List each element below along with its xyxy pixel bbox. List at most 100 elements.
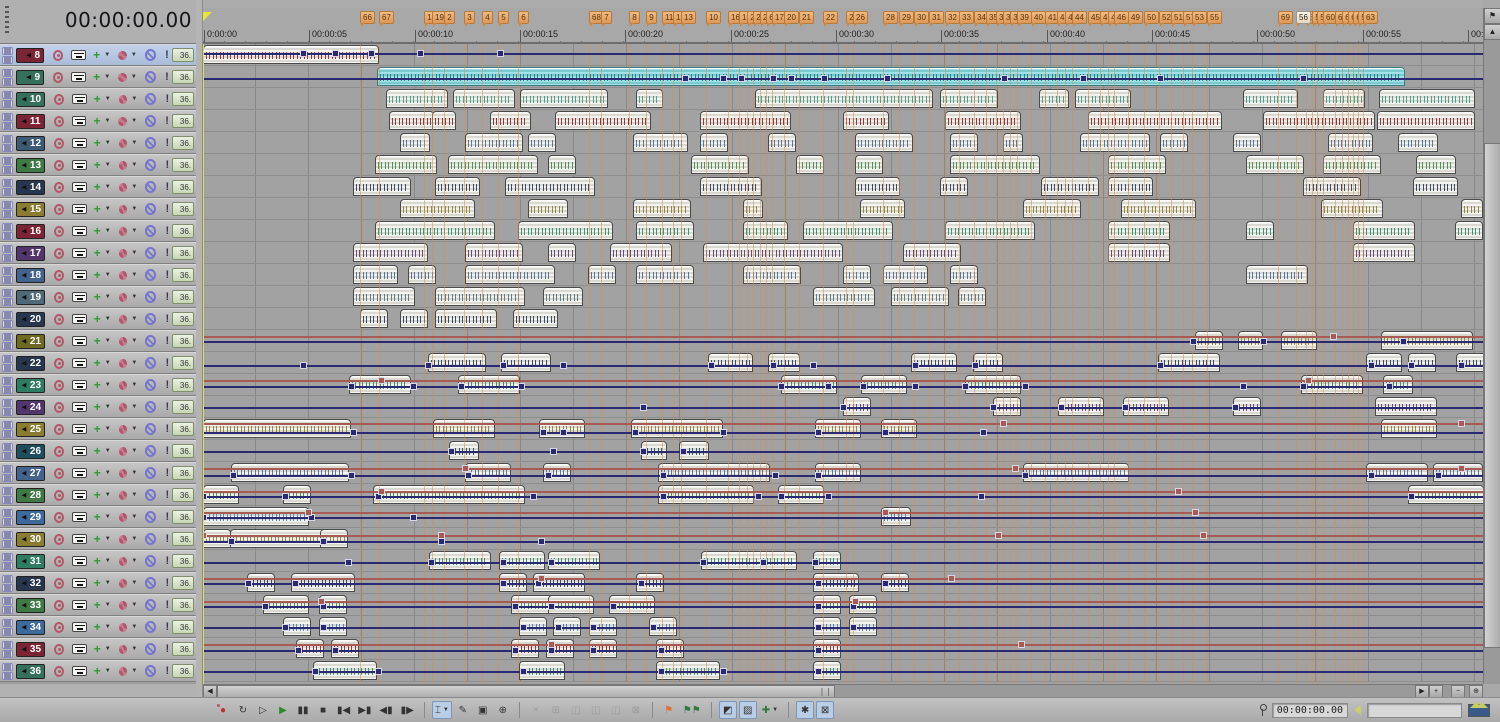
chevron-down-icon[interactable]: ▼: [131, 536, 137, 542]
record-arm-button[interactable]: [53, 71, 64, 83]
chevron-down-icon[interactable]: ▼: [131, 470, 137, 476]
solo-button[interactable]: !: [165, 247, 169, 259]
insert-fx-button[interactable]: +: [94, 511, 101, 523]
envelope-node[interactable]: [658, 668, 665, 675]
marker-tag[interactable]: 49: [1128, 11, 1143, 27]
envelope-node[interactable]: [640, 448, 647, 455]
envelope-node[interactable]: [1386, 383, 1393, 390]
envelope-node[interactable]: [1232, 404, 1239, 411]
envelope-node[interactable]: [1435, 472, 1442, 479]
track-level-value[interactable]: 36.: [172, 312, 194, 326]
envelope-node[interactable]: [332, 50, 339, 57]
solo-button[interactable]: !: [165, 357, 169, 369]
track-envelope-icon[interactable]: [71, 50, 87, 60]
track-lane[interactable]: [203, 220, 1483, 242]
marker-tag[interactable]: 13: [681, 11, 696, 27]
envelope-node[interactable]: [882, 580, 889, 587]
envelope-node[interactable]: [518, 383, 525, 390]
envelope-node[interactable]: [500, 580, 507, 587]
envelope-line[interactable]: [203, 451, 1483, 453]
audio-clip[interactable]: [555, 111, 651, 130]
track-fx-button[interactable]: [118, 50, 127, 60]
envelope-node[interactable]: [1368, 362, 1375, 369]
record-arm-button[interactable]: [54, 467, 65, 479]
chevron-down-icon[interactable]: ▼: [105, 250, 111, 256]
audio-clip[interactable]: [691, 155, 749, 174]
track-size-buttons[interactable]: [2, 662, 13, 680]
solo-button[interactable]: !: [165, 137, 169, 149]
chevron-down-icon[interactable]: ▼: [104, 74, 110, 80]
copy-event-button[interactable]: ◫: [587, 701, 605, 719]
track-size-buttons[interactable]: [2, 310, 13, 328]
track-number-badge[interactable]: ◄ 15: [16, 201, 46, 217]
audio-clip[interactable]: [353, 287, 415, 306]
track-header-row[interactable]: ◄ 20 + ▼ ▼ ! 36.: [0, 308, 196, 330]
envelope-node[interactable]: [1122, 404, 1129, 411]
audio-clip[interactable]: [520, 89, 608, 108]
track-envelope-icon[interactable]: [72, 424, 87, 434]
track-fx-button[interactable]: [118, 380, 128, 390]
track-fx-button[interactable]: [118, 644, 128, 654]
record-arm-button[interactable]: [54, 313, 65, 325]
track-number-badge[interactable]: ◄ 23: [16, 377, 46, 393]
insert-fx-button[interactable]: +: [94, 247, 101, 259]
mute-button[interactable]: [145, 181, 157, 193]
envelope-node[interactable]: [520, 624, 527, 631]
solo-button[interactable]: !: [165, 291, 169, 303]
mute-button[interactable]: [144, 71, 157, 83]
audio-clip[interactable]: [940, 89, 998, 108]
envelope-node[interactable]: [778, 493, 785, 500]
solo-button[interactable]: !: [165, 159, 169, 171]
mute-button[interactable]: [145, 159, 157, 171]
marker-tool-button[interactable]: ⚑: [1484, 8, 1500, 24]
insert-fx-button[interactable]: +: [94, 599, 101, 611]
zoom-tool-button[interactable]: ⊕: [494, 701, 512, 719]
audio-clip[interactable]: [1379, 89, 1475, 108]
envelope-node[interactable]: [295, 647, 302, 654]
envelope-node[interactable]: [978, 493, 985, 500]
track-number-badge[interactable]: ◄ 12: [16, 135, 46, 151]
chevron-down-icon[interactable]: ▼: [131, 118, 137, 124]
envelope-node[interactable]: [465, 472, 472, 479]
track-header-row[interactable]: ◄ 27 + ▼ ▼ ! 36.: [0, 462, 196, 484]
track-level-value[interactable]: 36.: [172, 356, 194, 370]
envelope-node[interactable]: [1408, 362, 1415, 369]
chevron-down-icon[interactable]: ▼: [131, 492, 137, 498]
insert-fx-button[interactable]: +: [94, 335, 101, 347]
audio-clip[interactable]: [1366, 463, 1428, 482]
track-level-value[interactable]: 36.: [171, 70, 194, 84]
audio-clip[interactable]: [1108, 155, 1166, 174]
track-envelope-icon[interactable]: [72, 446, 87, 456]
chevron-down-icon[interactable]: ▼: [104, 118, 110, 124]
audio-clip[interactable]: [1243, 89, 1298, 108]
track-lane[interactable]: [203, 506, 1483, 528]
chevron-down-icon[interactable]: ▼: [131, 74, 137, 80]
solo-button[interactable]: !: [165, 93, 169, 105]
audio-clip[interactable]: [528, 133, 556, 152]
audio-clip[interactable]: [855, 133, 913, 152]
marker-tag[interactable]: 44: [1072, 11, 1087, 27]
track-fx-button[interactable]: [118, 116, 128, 126]
envelope-node[interactable]: [438, 538, 445, 545]
audio-clip[interactable]: [1246, 265, 1308, 284]
record-arm-button[interactable]: [54, 269, 65, 281]
chevron-down-icon[interactable]: ▼: [105, 382, 111, 388]
track-envelope-icon[interactable]: [72, 380, 87, 390]
track-header-row[interactable]: ◄ 31 + ▼ ▼ ! 36.: [0, 550, 196, 572]
mute-button[interactable]: [145, 621, 157, 633]
record-arm-button[interactable]: [54, 511, 65, 523]
envelope-node[interactable]: [1368, 472, 1375, 479]
marker-tag[interactable]: 63: [1363, 11, 1378, 27]
chevron-down-icon[interactable]: ▼: [105, 536, 111, 542]
track-number-badge[interactable]: ◄ 11: [16, 113, 45, 129]
envelope-node[interactable]: [912, 383, 919, 390]
audio-clip[interactable]: [375, 155, 437, 174]
record-arm-button[interactable]: [54, 247, 65, 259]
track-level-value[interactable]: 36.: [172, 136, 194, 150]
track-level-value[interactable]: 36.: [172, 92, 194, 106]
envelope-node[interactable]: [555, 624, 562, 631]
chevron-down-icon[interactable]: ▼: [131, 96, 137, 102]
envelope-node[interactable]: [990, 404, 997, 411]
track-level-value[interactable]: 36.: [172, 268, 194, 282]
envelope-node[interactable]: [417, 50, 424, 57]
